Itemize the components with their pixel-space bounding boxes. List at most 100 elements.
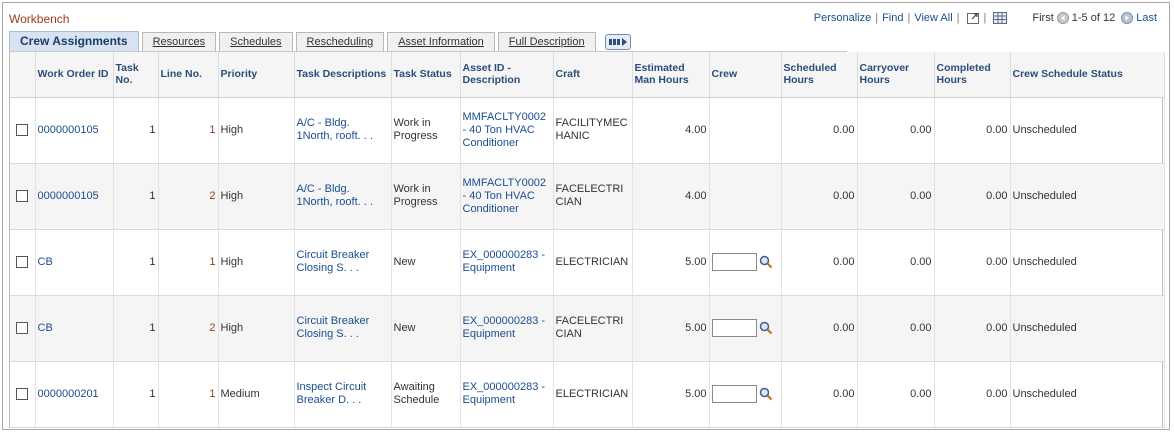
carry-hours-cell: 0.00: [857, 295, 935, 362]
row-checkbox[interactable]: [16, 255, 29, 268]
column-header[interactable]: Scheduled Hours: [781, 52, 858, 98]
show-all-columns-icon[interactable]: [604, 34, 631, 50]
lookup-icon[interactable]: [759, 255, 773, 269]
download-spreadsheet-icon[interactable]: [993, 12, 1008, 24]
asset-link[interactable]: EX_000000283 - Equipment: [463, 315, 546, 340]
task-desc-cell: Inspect Circuit Breaker D. . .: [294, 361, 392, 428]
est-hours-cell: 4.00: [632, 97, 710, 164]
work-order-link[interactable]: 0000000105: [38, 190, 99, 202]
asset-cell: MMFACLTY0002 - 40 Ton HVAC Conditioner: [460, 97, 554, 164]
find-link[interactable]: Find: [882, 12, 903, 24]
asset-link[interactable]: EX_000000283 - Equipment: [463, 249, 546, 274]
first-label: First: [1032, 12, 1054, 24]
column-header[interactable]: Completed Hours: [934, 52, 1011, 98]
lookup-icon[interactable]: [759, 321, 773, 335]
task-description-link[interactable]: Circuit Breaker Closing S. . .: [297, 315, 370, 340]
crew-input[interactable]: [711, 385, 757, 403]
carry-hours-cell: 0.00: [857, 97, 935, 164]
comp-hours-cell: 0.00: [934, 163, 1011, 230]
comp-hours-cell: 0.00: [934, 97, 1011, 164]
column-header[interactable]: Task Descriptions: [294, 52, 392, 98]
tab-asset-information[interactable]: Asset Information: [387, 32, 495, 52]
task-status-cell: Awaiting Schedule: [391, 361, 461, 428]
craft-cell: FACELECTRICIAN: [553, 163, 633, 230]
tab-full-description[interactable]: Full Description: [497, 32, 596, 52]
task-no-cell: 1: [113, 361, 159, 428]
craft-cell: FACILITYMECHANIC: [553, 97, 633, 164]
task-status-cell: Work in Progress: [391, 97, 461, 164]
table-row: CB 1 2 High Circuit Breaker Closing S. .…: [10, 295, 1165, 362]
asset-link[interactable]: MMFACLTY0002 - 40 Ton HVAC Conditioner: [463, 177, 547, 215]
tab-rescheduling[interactable]: Rescheduling: [295, 32, 385, 52]
lookup-icon[interactable]: [759, 387, 773, 401]
column-header[interactable]: Estimated Man Hours: [632, 52, 710, 98]
row-checkbox[interactable]: [16, 387, 29, 400]
task-description-link[interactable]: A/C - Bldg. 1North, rooft. . .: [297, 183, 373, 208]
work-order-link[interactable]: 0000000105: [38, 124, 99, 136]
craft-cell: ELECTRICIAN: [553, 229, 633, 296]
tab-resources[interactable]: Resources: [141, 32, 217, 52]
column-header[interactable]: Craft: [553, 52, 633, 98]
row-checkbox[interactable]: [16, 189, 29, 202]
select-column-header: [10, 52, 36, 98]
line-no-cell: 1: [158, 97, 219, 164]
est-hours-cell: 5.00: [632, 361, 710, 428]
column-header[interactable]: Asset ID - Description: [460, 52, 554, 98]
crew-input[interactable]: [711, 319, 757, 337]
column-header[interactable]: Task Status: [391, 52, 461, 98]
est-hours-cell: 5.00: [632, 295, 710, 362]
task-description-link[interactable]: Inspect Circuit Breaker D. . .: [297, 381, 367, 406]
row-checkbox[interactable]: [16, 123, 29, 136]
personalize-link[interactable]: Personalize: [814, 12, 871, 24]
crew-input[interactable]: [711, 253, 757, 271]
row-checkbox[interactable]: [16, 321, 29, 334]
column-header[interactable]: Work Order ID: [35, 52, 114, 98]
select-cell: [10, 163, 36, 230]
column-header[interactable]: Task No.: [113, 52, 159, 98]
separator: |: [907, 12, 911, 24]
next-icon[interactable]: [1121, 12, 1134, 24]
work-order-cell: CB: [35, 229, 114, 296]
line-no-cell: 1: [158, 361, 219, 428]
asset-link[interactable]: EX_000000283 - Equipment: [463, 381, 546, 406]
table-row: CB 1 1 High Circuit Breaker Closing S. .…: [10, 229, 1165, 296]
task-no-cell: 1: [113, 229, 159, 296]
separator: |: [956, 12, 960, 24]
column-header[interactable]: Crew: [709, 52, 782, 98]
est-hours-cell: 4.00: [632, 163, 710, 230]
sched-hours-cell: 0.00: [781, 163, 858, 230]
grid-title: Workbench: [9, 12, 70, 26]
task-description-link[interactable]: A/C - Bldg. 1North, rooft. . .: [297, 117, 373, 142]
work-order-cell: 0000000201: [35, 361, 114, 428]
task-description-link[interactable]: Circuit Breaker Closing S. . .: [297, 249, 370, 274]
task-desc-cell: A/C - Bldg. 1North, rooft. . .: [294, 97, 392, 164]
column-header[interactable]: Line No.: [158, 52, 219, 98]
asset-cell: MMFACLTY0002 - 40 Ton HVAC Conditioner: [460, 163, 554, 230]
comp-hours-cell: 0.00: [934, 361, 1011, 428]
work-order-cell: CB: [35, 295, 114, 362]
new-window-icon[interactable]: [966, 12, 980, 24]
task-desc-cell: Circuit Breaker Closing S. . .: [294, 229, 392, 296]
priority-cell: High: [218, 229, 295, 296]
work-order-link[interactable]: CB: [38, 322, 53, 334]
asset-link[interactable]: MMFACLTY0002 - 40 Ton HVAC Conditioner: [463, 111, 547, 149]
tab-schedules[interactable]: Schedules: [219, 32, 293, 52]
crew-cell: [709, 229, 782, 296]
sched-hours-cell: 0.00: [781, 361, 858, 428]
view-all-link[interactable]: View All: [914, 12, 952, 24]
craft-cell: FACELECTRICIAN: [553, 295, 633, 362]
work-order-link[interactable]: 0000000201: [38, 388, 99, 400]
column-header[interactable]: Carryover Hours: [857, 52, 935, 98]
column-header[interactable]: Crew Schedule Status: [1010, 52, 1165, 98]
comp-hours-cell: 0.00: [934, 229, 1011, 296]
sched-hours-cell: 0.00: [781, 295, 858, 362]
crew-status-cell: Unscheduled: [1010, 229, 1165, 296]
tab-crew-assignments[interactable]: Crew Assignments: [9, 31, 139, 52]
column-header[interactable]: Priority: [218, 52, 295, 98]
tab-label: Asset Information: [398, 36, 484, 48]
last-link[interactable]: Last: [1136, 12, 1157, 24]
work-order-link[interactable]: CB: [38, 256, 53, 268]
line-no-cell: 2: [158, 295, 219, 362]
priority-cell: High: [218, 295, 295, 362]
grid-header: Workbench Personalize | Find | View All …: [9, 9, 1163, 27]
